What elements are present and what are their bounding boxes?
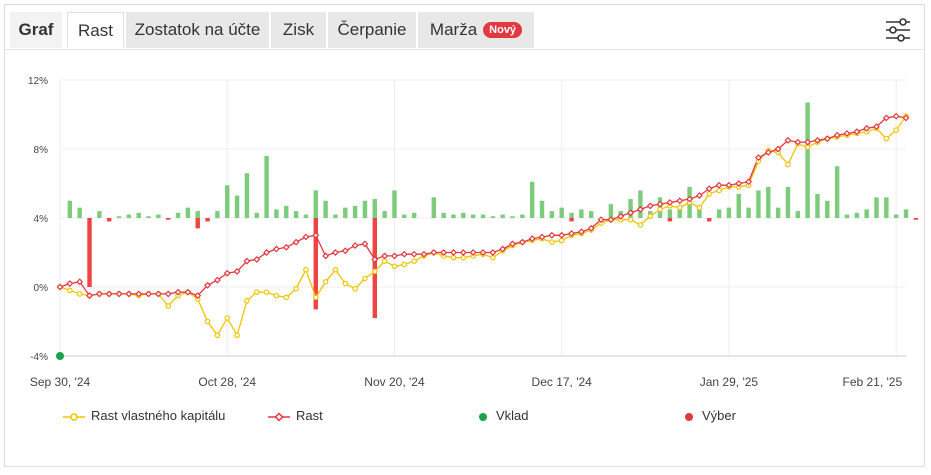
- legend-deposit[interactable]: Vklad: [478, 406, 529, 426]
- legend-growth-line-icon: [268, 412, 290, 422]
- tab-marza[interactable]: Marža Nový: [418, 12, 534, 48]
- tab-zisk[interactable]: Zisk: [271, 12, 326, 48]
- tab-cerpanie[interactable]: Čerpanie: [328, 12, 416, 48]
- legend-deposit-dot-icon: [479, 412, 487, 421]
- tab-zostatok-na-ucte[interactable]: Zostatok na účte: [126, 12, 269, 48]
- tab-bar: Graf Rast Zostatok na účte Zisk Čerpanie…: [5, 5, 924, 50]
- tab-rast[interactable]: Rast: [67, 12, 124, 48]
- legend-equity-label: Rast vlastného kapitálu: [91, 408, 226, 423]
- legend-equity-line-icon: [63, 412, 85, 421]
- legend-withdrawal-dot-icon: [685, 412, 693, 421]
- legend-growth-label: Rast: [296, 408, 323, 423]
- legend-withdrawal[interactable]: Výber: [684, 406, 736, 426]
- tab-graf: Graf: [10, 12, 62, 48]
- chart-panel: Graf Rast Zostatok na účte Zisk Čerpanie…: [4, 4, 925, 467]
- legend-equity-growth[interactable]: Rast vlastného kapitálu: [63, 406, 225, 426]
- legend-deposit-label: Vklad: [496, 408, 529, 423]
- tab-marza-label: Marža: [429, 20, 478, 39]
- sliders-icon[interactable]: [884, 17, 912, 43]
- new-badge: Nový: [483, 22, 523, 38]
- legend-growth[interactable]: Rast: [268, 406, 323, 426]
- legend-withdrawal-label: Výber: [702, 408, 736, 423]
